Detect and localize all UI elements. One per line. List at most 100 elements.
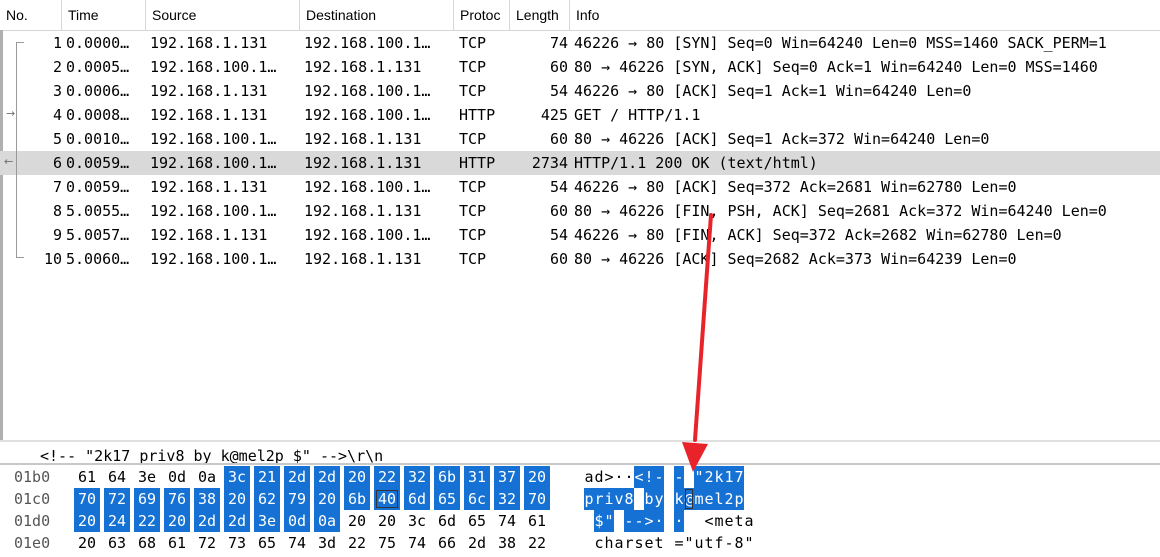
packet-row[interactable]: 4 0.0008… 192.168.1.131 192.168.100.1… H… [0, 103, 1160, 127]
hex-byte[interactable]: 3e [254, 510, 280, 532]
hex-byte[interactable]: 68 [134, 532, 160, 554]
hex-byte[interactable]: 40 [374, 488, 400, 510]
ascii-char[interactable]: · [674, 510, 684, 532]
packet-row[interactable]: 8 5.0055… 192.168.100.1… 192.168.1.131 T… [0, 199, 1160, 223]
ascii-char[interactable]: < [704, 510, 714, 532]
ascii-char[interactable]: e [704, 488, 714, 510]
hex-byte[interactable]: 32 [404, 466, 430, 488]
packet-row[interactable]: 1 0.0000… 192.168.1.131 192.168.100.1… T… [0, 31, 1160, 55]
hex-byte[interactable]: 75 [374, 532, 400, 554]
hex-byte[interactable]: 20 [374, 510, 400, 532]
hex-byte[interactable]: 24 [104, 510, 130, 532]
ascii-char[interactable]: " [684, 532, 694, 554]
packet-row[interactable]: 3 0.0006… 192.168.1.131 192.168.100.1… T… [0, 79, 1160, 103]
pane-divider[interactable] [0, 440, 1160, 442]
ascii-char[interactable]: > [604, 466, 614, 488]
hex-byte[interactable]: 70 [74, 488, 100, 510]
hex-byte[interactable]: 73 [224, 532, 250, 554]
ascii-char[interactable]: 8 [624, 488, 634, 510]
hex-byte[interactable]: 3c [224, 466, 250, 488]
ascii-char[interactable]: 1 [724, 466, 734, 488]
hex-byte[interactable]: 22 [344, 532, 370, 554]
hex-byte[interactable]: 22 [134, 510, 160, 532]
ascii-char[interactable]: 8 [734, 532, 744, 554]
ascii-char[interactable]: m [694, 488, 704, 510]
hex-byte[interactable]: 20 [524, 466, 550, 488]
ascii-char[interactable]: p [734, 488, 744, 510]
packet-row[interactable]: 7 0.0059… 192.168.1.131 192.168.100.1… T… [0, 175, 1160, 199]
ascii-char[interactable]: m [714, 510, 724, 532]
ascii-char[interactable]: " [604, 510, 614, 532]
ascii-char[interactable]: s [634, 532, 644, 554]
hex-byte[interactable]: 3d [314, 532, 340, 554]
hex-byte[interactable]: 74 [404, 532, 430, 554]
hex-byte[interactable]: 2d [194, 510, 220, 532]
ascii-char[interactable]: u [694, 532, 704, 554]
ascii-char[interactable]: · [614, 466, 624, 488]
ascii-char[interactable]: i [604, 488, 614, 510]
ascii-char[interactable]: b [644, 488, 654, 510]
ascii-char[interactable]: c [594, 532, 604, 554]
ascii-char[interactable]: r [624, 532, 634, 554]
packet-row[interactable]: 10 5.0060… 192.168.100.1… 192.168.1.131 … [0, 247, 1160, 271]
hex-byte[interactable]: 74 [284, 532, 310, 554]
hex-byte[interactable]: 38 [194, 488, 220, 510]
ascii-char[interactable]: > [644, 510, 654, 532]
ascii-char[interactable]: k [714, 466, 724, 488]
ascii-char[interactable]: f [714, 532, 724, 554]
hex-byte[interactable]: 6b [344, 488, 370, 510]
ascii-char[interactable]: · [624, 466, 634, 488]
hex-byte[interactable]: 72 [194, 532, 220, 554]
ascii-char[interactable]: = [674, 532, 684, 554]
ascii-char[interactable]: - [634, 510, 644, 532]
hex-byte[interactable]: 65 [464, 510, 490, 532]
hex-byte[interactable]: 0d [164, 466, 190, 488]
packet-row-selected[interactable]: 6 0.0059… 192.168.100.1… 192.168.1.131 H… [0, 151, 1160, 175]
hex-byte[interactable]: 61 [74, 466, 100, 488]
ascii-char[interactable]: @ [684, 488, 694, 510]
hex-byte[interactable]: 0a [194, 466, 220, 488]
hex-byte[interactable]: 61 [524, 510, 550, 532]
hex-byte[interactable]: 2d [464, 532, 490, 554]
ascii-char[interactable]: t [704, 532, 714, 554]
hex-byte[interactable]: 32 [494, 488, 520, 510]
hex-byte[interactable]: 20 [74, 510, 100, 532]
ascii-char[interactable]: y [654, 488, 664, 510]
hex-byte[interactable]: 0d [284, 510, 310, 532]
bytes-pane-divider[interactable] [0, 463, 1160, 465]
ascii-char[interactable]: " [744, 532, 754, 554]
hex-byte[interactable]: 38 [494, 532, 520, 554]
hex-byte[interactable]: 2d [314, 466, 340, 488]
hex-byte[interactable]: 61 [164, 532, 190, 554]
hex-byte[interactable]: 72 [104, 488, 130, 510]
ascii-char[interactable]: $ [594, 510, 604, 532]
hex-byte[interactable]: 2d [284, 466, 310, 488]
hex-byte[interactable]: 31 [464, 466, 490, 488]
hex-byte[interactable]: 20 [74, 532, 100, 554]
column-header-source[interactable]: Source [146, 0, 300, 30]
hex-byte[interactable]: 6b [434, 466, 460, 488]
ascii-char[interactable]: < [634, 466, 644, 488]
ascii-char[interactable]: a [744, 510, 754, 532]
column-header-length[interactable]: Length [510, 0, 570, 30]
ascii-char[interactable]: 2 [704, 466, 714, 488]
hex-byte[interactable]: 6d [434, 510, 460, 532]
hex-byte[interactable]: 79 [284, 488, 310, 510]
ascii-char[interactable]: - [654, 466, 664, 488]
hex-byte[interactable]: 66 [434, 532, 460, 554]
hex-byte[interactable]: 63 [104, 532, 130, 554]
ascii-char[interactable]: 7 [734, 466, 744, 488]
hex-byte[interactable]: 20 [314, 488, 340, 510]
ascii-char[interactable]: l [714, 488, 724, 510]
ascii-char[interactable]: - [724, 532, 734, 554]
ascii-char[interactable]: h [604, 532, 614, 554]
hex-byte[interactable]: 20 [344, 510, 370, 532]
hex-byte[interactable]: 64 [104, 466, 130, 488]
ascii-char[interactable]: d [594, 466, 604, 488]
packet-row[interactable]: 5 0.0010… 192.168.100.1… 192.168.1.131 T… [0, 127, 1160, 151]
ascii-char[interactable]: e [724, 510, 734, 532]
ascii-char[interactable]: ! [644, 466, 654, 488]
hex-byte[interactable]: 70 [524, 488, 550, 510]
hex-byte[interactable]: 65 [254, 532, 280, 554]
packet-row[interactable]: 2 0.0005… 192.168.100.1… 192.168.1.131 T… [0, 55, 1160, 79]
